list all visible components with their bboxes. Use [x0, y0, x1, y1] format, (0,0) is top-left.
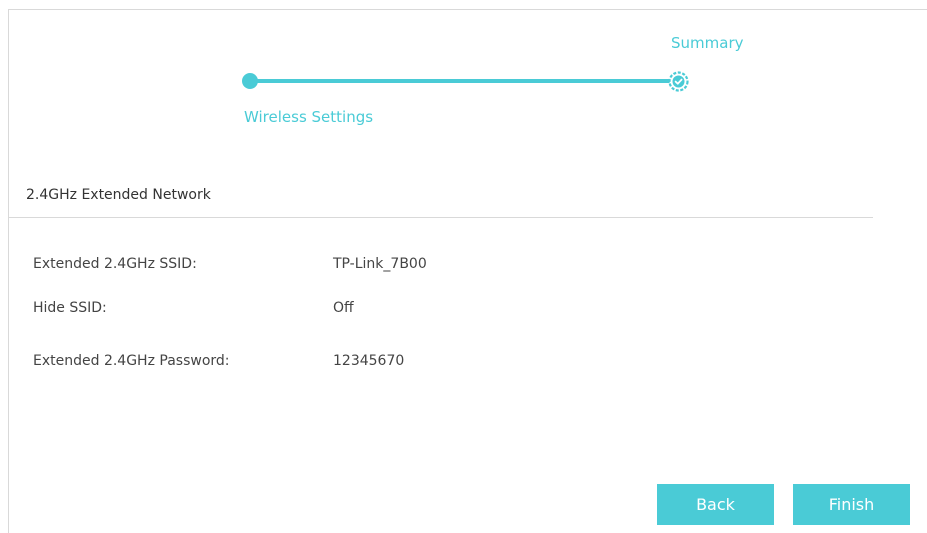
- progress-stepper: Summary Wireless Settings: [0, 0, 927, 140]
- step-label-summary: Summary: [671, 34, 744, 52]
- ssid-label: Extended 2.4GHz SSID:: [33, 256, 197, 272]
- stepper-progress-line: [250, 79, 678, 83]
- hide-ssid-value: Off: [333, 300, 354, 316]
- password-value: 12345670: [333, 353, 405, 369]
- finish-button[interactable]: Finish: [793, 484, 910, 525]
- step-label-wireless-settings: Wireless Settings: [244, 108, 374, 126]
- section-divider: [8, 217, 873, 218]
- check-circle-icon: [668, 71, 689, 92]
- back-button[interactable]: Back: [657, 484, 774, 525]
- ssid-value: TP-Link_7B00: [333, 256, 427, 272]
- password-label: Extended 2.4GHz Password:: [33, 353, 230, 369]
- step-dot-wireless-settings: [242, 73, 258, 89]
- section-title: 2.4GHz Extended Network: [26, 187, 211, 203]
- hide-ssid-label: Hide SSID:: [33, 300, 107, 316]
